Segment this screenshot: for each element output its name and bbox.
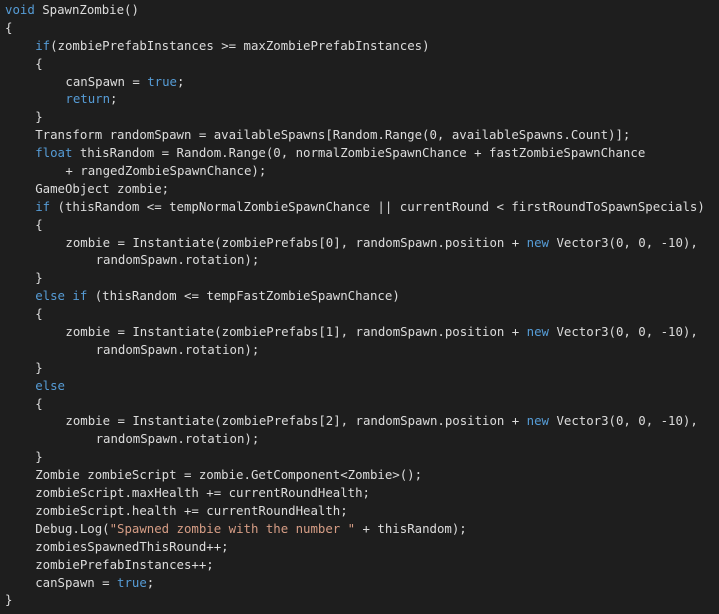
code-line[interactable]: zombieScript.health += currentRoundHealt… — [0, 502, 719, 520]
code-line[interactable]: zombie = Instantiate(zombiePrefabs[1], r… — [0, 323, 719, 341]
code-text: SpawnZombie() — [34, 2, 139, 17]
code-line[interactable]: GameObject zombie; — [0, 180, 719, 198]
code-line[interactable]: else — [0, 377, 719, 395]
code-line[interactable]: float thisRandom = Random.Range(0, norma… — [0, 144, 719, 162]
code-line[interactable]: { — [0, 305, 719, 323]
code-line[interactable]: } — [0, 359, 719, 377]
code-text: thisRandom = Random.Range(0, normalZombi… — [72, 145, 646, 161]
code-keyword: if — [35, 198, 51, 214]
code-text: } — [5, 592, 13, 608]
code-line[interactable]: Zombie zombieScript = zombie.GetComponen… — [0, 466, 719, 484]
code-text: } — [35, 270, 43, 286]
code-text: { — [35, 55, 43, 71]
code-line[interactable]: randomSpawn.rotation); — [0, 341, 719, 359]
code-line[interactable]: randomSpawn.rotation); — [0, 430, 719, 448]
code-text: Zombie zombieScript = zombie.GetComponen… — [35, 467, 423, 483]
code-text: GameObject zombie; — [35, 180, 170, 196]
code-text: zombie = Instantiate(zombiePrefabs[0], r… — [65, 234, 527, 250]
code-line[interactable]: Debug.Log("Spawned zombie with the numbe… — [0, 520, 719, 538]
code-string: "Spawned zombie with the number " — [109, 520, 356, 536]
code-text: ; — [146, 574, 155, 590]
code-line[interactable]: zombie = Instantiate(zombiePrefabs[0], r… — [0, 234, 719, 252]
code-text: zombiePrefabInstances++; — [35, 556, 214, 572]
code-text: zombie = Instantiate(zombiePrefabs[1], r… — [65, 324, 527, 340]
code-keyword: new — [526, 324, 549, 340]
code-text: Vector3(0, 0, -10), — [549, 324, 698, 340]
code-text: ; — [110, 91, 118, 107]
code-text: randomSpawn.rotation); — [95, 431, 260, 447]
code-keyword: float — [35, 145, 73, 161]
code-text: + rangedZombieSpawnChance); — [65, 163, 267, 179]
code-editor[interactable]: void SpawnZombie(){if(zombiePrefabInstan… — [0, 0, 719, 614]
code-text: zombiesSpawnedThisRound++; — [35, 538, 229, 554]
code-text: Debug.Log( — [35, 520, 110, 536]
code-text: zombieScript.health += currentRoundHealt… — [35, 502, 348, 518]
code-keyword: new — [526, 234, 549, 250]
code-keyword: if — [35, 37, 51, 53]
code-line[interactable]: Transform randomSpawn = availableSpawns[… — [0, 126, 719, 144]
code-text: } — [35, 109, 43, 125]
code-text: } — [35, 449, 43, 465]
code-line[interactable]: } — [0, 269, 719, 287]
code-line[interactable]: zombiesSpawnedThisRound++; — [0, 538, 719, 556]
code-line[interactable]: else if (thisRandom <= tempFastZombieSpa… — [0, 287, 719, 305]
code-text: randomSpawn.rotation); — [95, 252, 260, 268]
code-text: { — [5, 19, 13, 35]
code-line[interactable]: if (thisRandom <= tempNormalZombieSpawnC… — [0, 198, 719, 216]
code-line[interactable]: + rangedZombieSpawnChance); — [0, 162, 719, 180]
code-line[interactable]: { — [0, 395, 719, 413]
code-text: { — [35, 395, 43, 411]
code-text: (zombiePrefabInstances >= maxZombiePrefa… — [50, 37, 430, 53]
code-line[interactable]: { — [0, 216, 719, 234]
code-text: (thisRandom <= tempFastZombieSpawnChance… — [87, 288, 400, 304]
code-line[interactable]: } — [0, 108, 719, 126]
code-keyword: new — [526, 413, 549, 429]
code-line[interactable]: if(zombiePrefabInstances >= maxZombiePre… — [0, 37, 719, 55]
code-line[interactable]: zombiePrefabInstances++; — [0, 556, 719, 574]
code-text: zombieScript.maxHealth += currentRoundHe… — [35, 485, 370, 501]
code-line[interactable]: zombieScript.maxHealth += currentRoundHe… — [0, 484, 719, 502]
code-text: Vector3(0, 0, -10), — [549, 234, 698, 250]
code-keyword: true — [117, 574, 147, 590]
code-line[interactable]: { — [0, 19, 719, 37]
code-keyword: return — [65, 91, 111, 107]
code-text: (thisRandom <= tempNormalZombieSpawnChan… — [50, 198, 705, 214]
code-text: Vector3(0, 0, -10), — [549, 413, 698, 429]
code-text: canSpawn = — [65, 73, 148, 89]
code-text: } — [35, 359, 43, 375]
code-keyword: else — [35, 377, 65, 393]
code-text: Transform randomSpawn = availableSpawns[… — [35, 127, 631, 143]
code-text: randomSpawn.rotation); — [95, 341, 260, 357]
code-line[interactable]: void SpawnZombie() — [0, 1, 719, 19]
code-line[interactable]: canSpawn = true; — [0, 73, 719, 91]
code-line[interactable]: { — [0, 55, 719, 73]
code-line[interactable]: } — [0, 448, 719, 466]
code-line[interactable]: } — [0, 591, 719, 609]
code-line[interactable]: randomSpawn.rotation); — [0, 251, 719, 269]
code-text: canSpawn = — [35, 574, 118, 590]
code-keyword: void — [5, 2, 35, 17]
code-text: { — [35, 216, 43, 232]
code-text: zombie = Instantiate(zombiePrefabs[2], r… — [65, 413, 527, 429]
code-line[interactable]: zombie = Instantiate(zombiePrefabs[2], r… — [0, 412, 719, 430]
code-text: ; — [177, 73, 185, 89]
code-line[interactable]: return; — [0, 90, 719, 108]
code-keyword: true — [147, 73, 177, 89]
code-area[interactable]: void SpawnZombie(){if(zombiePrefabInstan… — [0, 1, 719, 609]
code-text: { — [35, 306, 43, 322]
code-keyword: else if — [35, 288, 88, 304]
code-line[interactable]: canSpawn = true; — [0, 574, 719, 592]
code-text: + thisRandom); — [355, 520, 467, 536]
